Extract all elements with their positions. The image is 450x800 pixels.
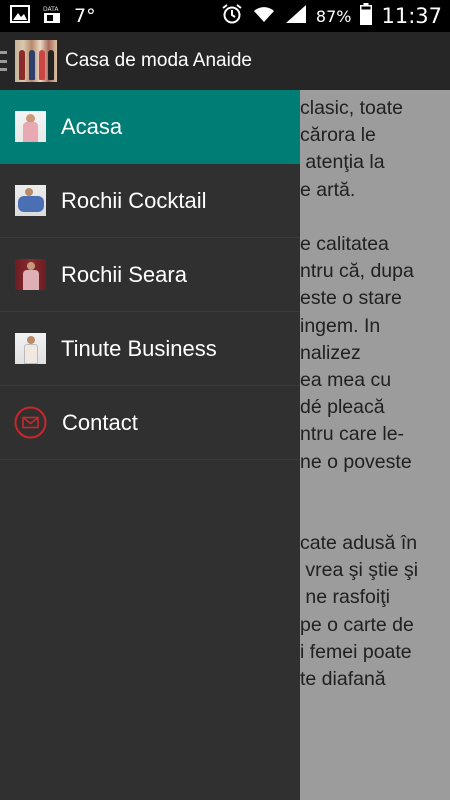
app-logo-image[interactable] [15, 40, 57, 82]
content-paragraph: clasic, toate cărora le atenţia la e art… [300, 97, 403, 201]
dress-photo-thumbnail [15, 259, 46, 290]
data-sim-icon: DATA [42, 4, 62, 28]
wifi-icon [252, 4, 276, 28]
nav-item-label: Contact [62, 409, 138, 435]
nav-item-label: Tinute Business [61, 335, 217, 361]
dress-photo-thumbnail [15, 111, 46, 142]
nav-item-label: Acasa [61, 113, 123, 139]
navigation-drawer: Acasa Rochii Cocktail Rochii Seara Tinut… [0, 90, 300, 800]
content-paragraph: e calitatea ntru că, dupa este o stare i… [300, 233, 414, 473]
clock-time: 11:37 [381, 4, 442, 28]
dress-photo-thumbnail [15, 333, 46, 364]
dress-photo-thumbnail [15, 185, 46, 216]
mail-icon [14, 406, 47, 439]
gallery-icon [10, 5, 30, 27]
nav-item-rochii-seara[interactable]: Rochii Seara [0, 238, 300, 312]
battery-percent: 87% [315, 6, 352, 26]
app-bar: Casa de moda Anaide [0, 32, 450, 90]
nav-item-tinute-business[interactable]: Tinute Business [0, 312, 300, 386]
nav-item-contact[interactable]: Contact [0, 386, 300, 460]
content-paragraph: cate adusă în vrea şi ştie şi ne rasfoiţ… [300, 532, 419, 691]
status-bar: DATA 7° 87% 11:37 [0, 0, 450, 32]
signal-icon [285, 4, 307, 28]
nav-item-acasa[interactable]: Acasa [0, 90, 300, 164]
temperature-text: 7° [74, 5, 96, 27]
svg-text:DATA: DATA [43, 6, 59, 13]
nav-item-label: Rochii Seara [61, 261, 187, 287]
menu-icon[interactable] [0, 51, 10, 71]
nav-item-rochii-cocktail[interactable]: Rochii Cocktail [0, 164, 300, 238]
app-title: Casa de moda Anaide [65, 50, 252, 71]
nav-item-label: Rochii Cocktail [61, 187, 207, 213]
battery-icon [360, 3, 373, 29]
alarm-icon [221, 3, 243, 29]
